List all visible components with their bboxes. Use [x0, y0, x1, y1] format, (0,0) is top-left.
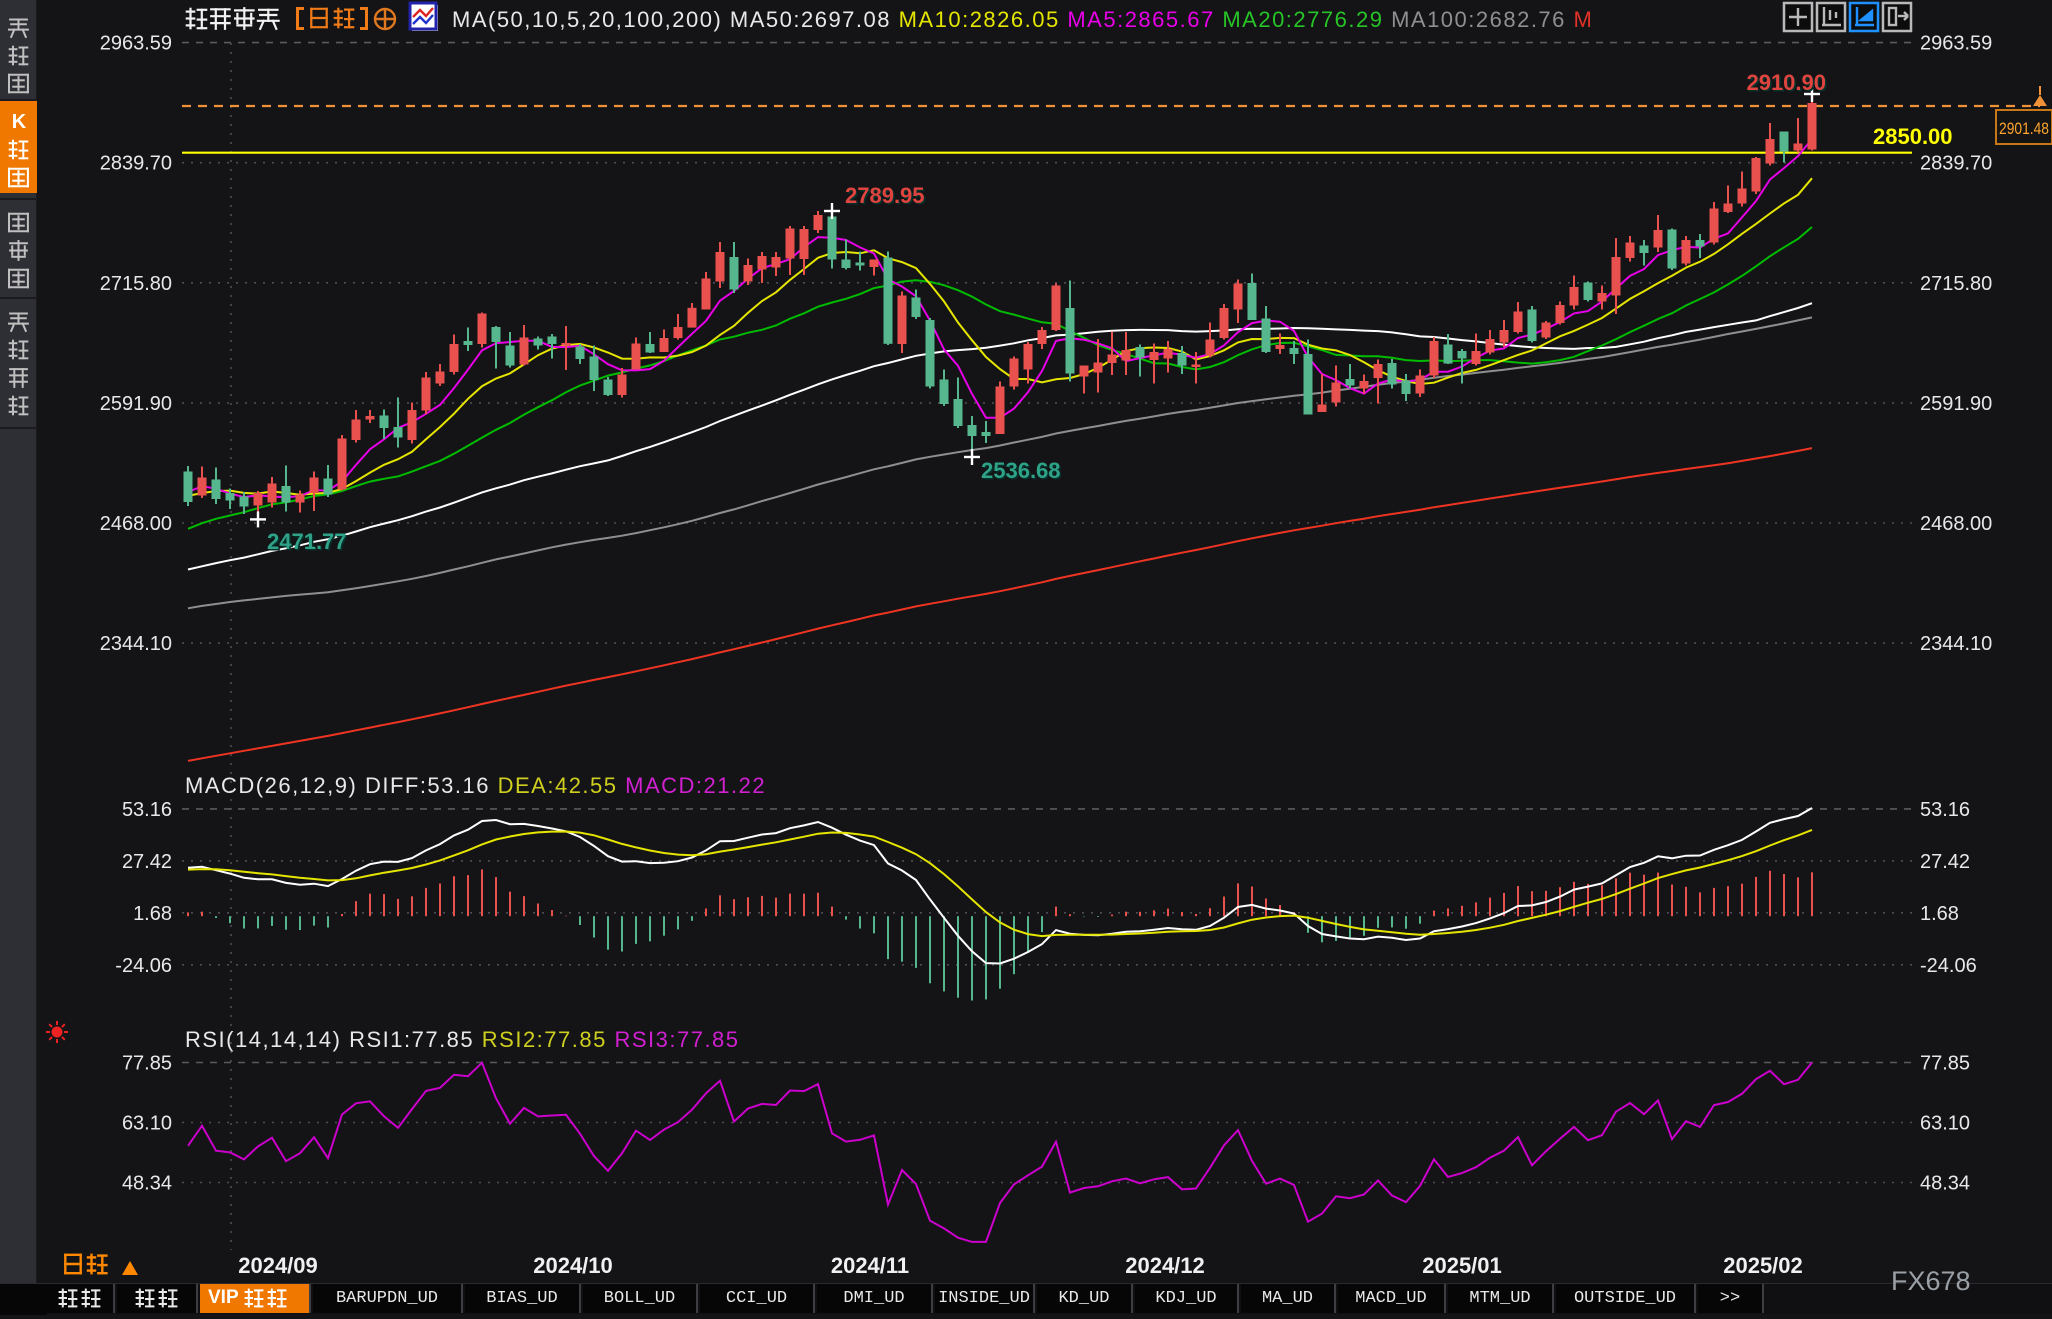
svg-text:2024/11: 2024/11	[831, 1253, 909, 1278]
svg-text:63.10: 63.10	[1920, 1113, 1970, 1135]
svg-text:2963.59: 2963.59	[1920, 33, 1992, 55]
svg-text:1.68: 1.68	[133, 903, 172, 925]
svg-text:2591.90: 2591.90	[100, 393, 172, 415]
svg-text:2025/02: 2025/02	[1723, 1253, 1803, 1278]
svg-text:2850.00: 2850.00	[1873, 124, 1953, 149]
svg-text:2344.10: 2344.10	[1920, 633, 1992, 655]
svg-text:1.68: 1.68	[1920, 903, 1959, 925]
svg-text:2963.59: 2963.59	[100, 33, 172, 55]
svg-text:MACD(26,12,9) DIFF:53.16 DEA:: MACD(26,12,9) DIFF:53.16 DEA:42.55 MACD:…	[185, 773, 766, 798]
svg-text:2901.48: 2901.48	[1999, 119, 2049, 138]
svg-text:48.34: 48.34	[122, 1173, 172, 1195]
svg-text:2024/09: 2024/09	[238, 1253, 318, 1278]
svg-text:2591.90: 2591.90	[1920, 393, 1992, 415]
svg-text:2344.10: 2344.10	[100, 633, 172, 655]
svg-text:2024/10: 2024/10	[533, 1253, 613, 1278]
svg-text:2789.95: 2789.95	[845, 183, 925, 208]
svg-text:2839.70: 2839.70	[100, 153, 172, 175]
svg-text:2715.80: 2715.80	[1920, 273, 1992, 295]
svg-text:2910.90: 2910.90	[1746, 70, 1826, 95]
svg-text:2025/01: 2025/01	[1422, 1253, 1502, 1278]
svg-text:2715.80: 2715.80	[100, 273, 172, 295]
svg-text:MA(50,10,5,20,100,200) MA50:26: MA(50,10,5,20,100,200) MA50:2697.08 MA10…	[452, 7, 1593, 32]
svg-text:63.10: 63.10	[122, 1113, 172, 1135]
svg-text:48.34: 48.34	[1920, 1173, 1970, 1195]
svg-text:27.42: 27.42	[122, 851, 172, 873]
svg-text:53.16: 53.16	[1920, 799, 1970, 821]
svg-text:2468.00: 2468.00	[100, 513, 172, 535]
svg-text:2839.70: 2839.70	[1920, 153, 1992, 175]
svg-text:-24.06: -24.06	[1920, 955, 1977, 977]
svg-text:2536.68: 2536.68	[981, 458, 1061, 483]
svg-text:2468.00: 2468.00	[1920, 513, 1992, 535]
svg-text:77.85: 77.85	[1920, 1053, 1970, 1075]
svg-text:27.42: 27.42	[1920, 851, 1970, 873]
svg-text:77.85: 77.85	[122, 1053, 172, 1075]
svg-text:2024/12: 2024/12	[1125, 1253, 1205, 1278]
svg-text:-24.06: -24.06	[115, 955, 172, 977]
svg-text:2471.77: 2471.77	[267, 529, 347, 554]
svg-text:53.16: 53.16	[122, 799, 172, 821]
svg-text:RSI(14,14,14) RSI1:77.85 RSI2: RSI(14,14,14) RSI1:77.85 RSI2:77.85 RSI3…	[185, 1027, 740, 1052]
